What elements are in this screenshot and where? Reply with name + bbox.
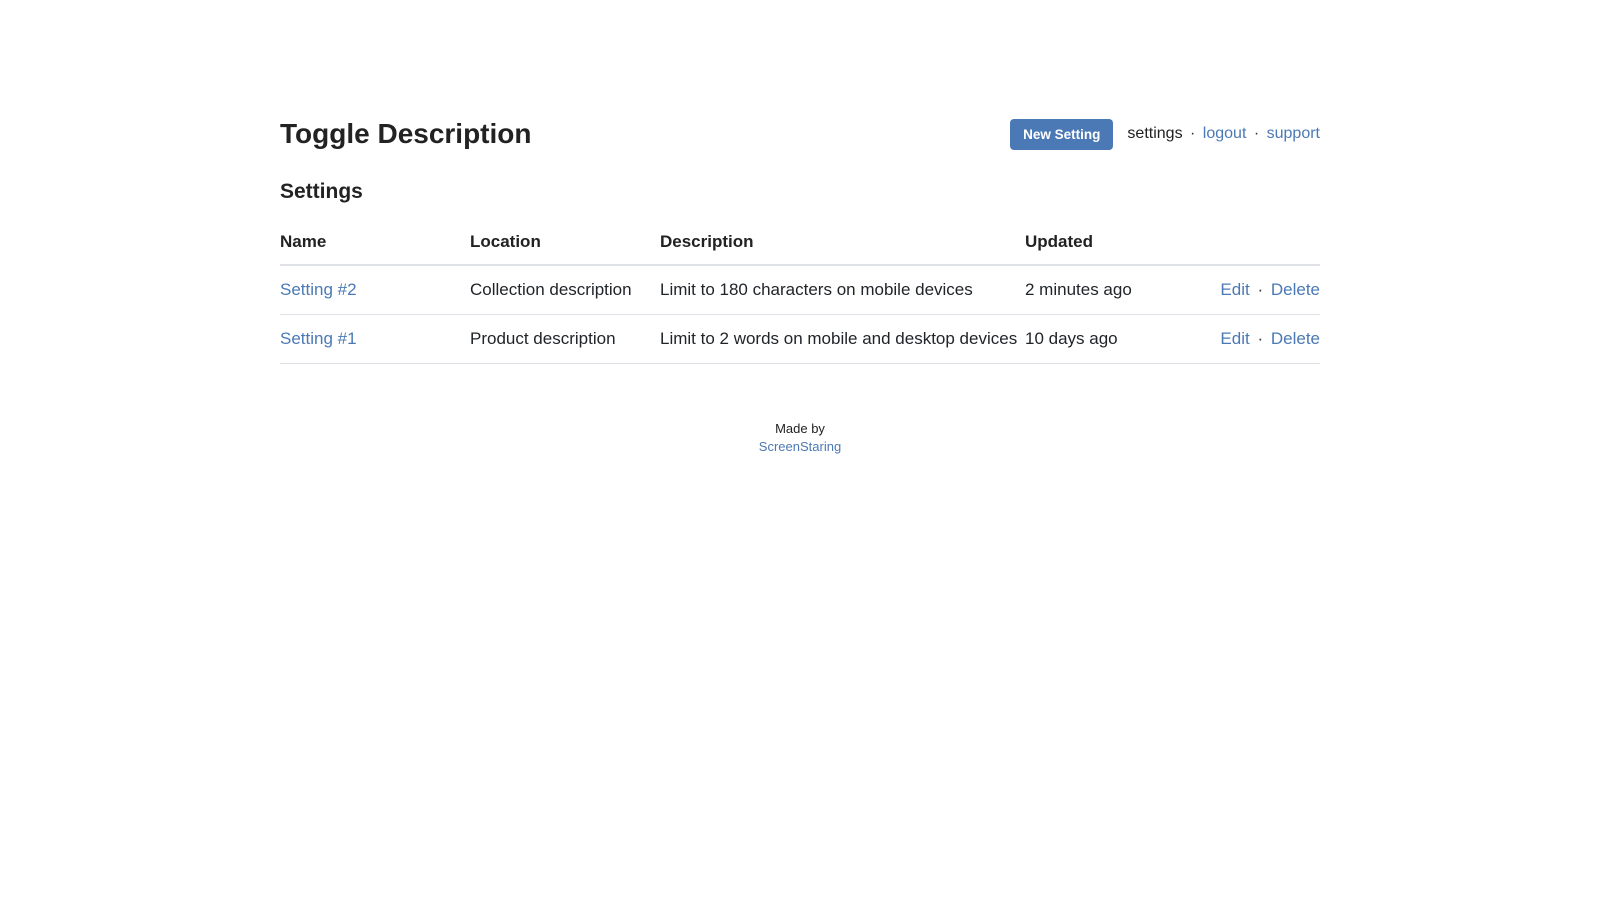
delete-link[interactable]: Delete (1271, 280, 1320, 299)
delete-link[interactable]: Delete (1271, 329, 1320, 348)
action-separator: · (1257, 329, 1263, 348)
nav-support[interactable]: support (1267, 125, 1320, 142)
setting-description: Limit to 2 words on mobile and desktop d… (660, 315, 1025, 364)
setting-location: Product description (470, 315, 660, 364)
setting-updated: 10 days ago (1025, 315, 1215, 364)
setting-name-link[interactable]: Setting #2 (280, 280, 357, 299)
col-header-updated: Updated (1025, 232, 1215, 265)
footer-made-by: Made by (775, 421, 825, 436)
nav-logout[interactable]: logout (1203, 125, 1247, 142)
edit-link[interactable]: Edit (1220, 329, 1249, 348)
action-separator: · (1257, 280, 1263, 299)
col-header-name: Name (280, 232, 470, 265)
col-header-actions (1215, 232, 1320, 265)
header-nav: settings · logout · support (1127, 125, 1320, 143)
footer-brand-link[interactable]: ScreenStaring (759, 439, 841, 454)
edit-link[interactable]: Edit (1220, 280, 1249, 299)
nav-separator: · (1190, 125, 1195, 142)
section-heading: Settings (280, 180, 1320, 204)
setting-updated: 2 minutes ago (1025, 265, 1215, 315)
col-header-location: Location (470, 232, 660, 265)
setting-description: Limit to 180 characters on mobile device… (660, 265, 1025, 315)
page-title: Toggle Description (280, 118, 532, 150)
setting-name-link[interactable]: Setting #1 (280, 329, 357, 348)
nav-settings[interactable]: settings (1127, 125, 1182, 142)
footer: Made by ScreenStaring (280, 420, 1320, 455)
table-row: Setting #2 Collection description Limit … (280, 265, 1320, 315)
new-setting-button[interactable]: New Setting (1010, 119, 1113, 150)
table-row: Setting #1 Product description Limit to … (280, 315, 1320, 364)
setting-location: Collection description (470, 265, 660, 315)
settings-table: Name Location Description Updated Settin… (280, 232, 1320, 364)
nav-separator: · (1254, 125, 1259, 142)
col-header-description: Description (660, 232, 1025, 265)
